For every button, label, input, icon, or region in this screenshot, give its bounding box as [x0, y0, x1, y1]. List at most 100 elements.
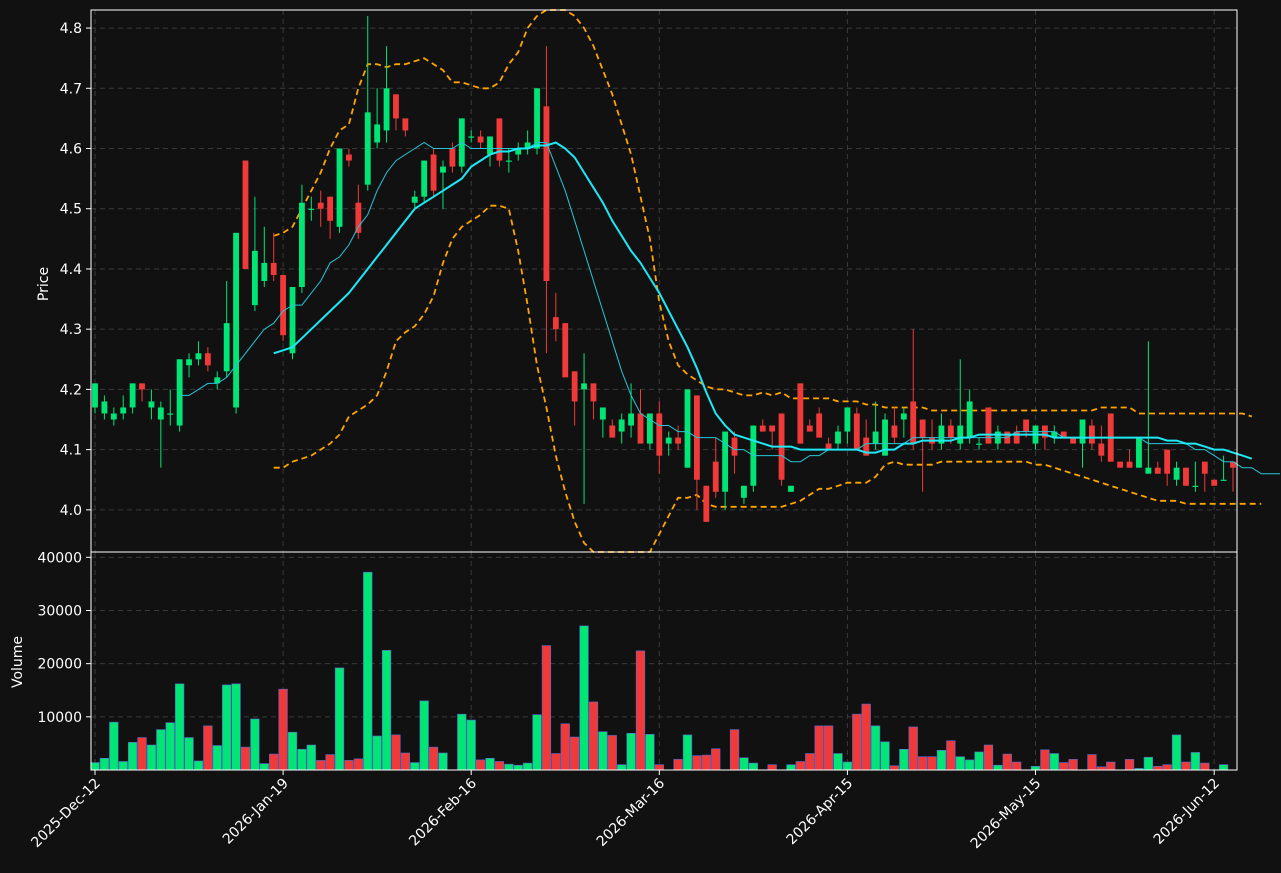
candle-body-79 — [835, 431, 841, 444]
volume-bar-32 — [391, 734, 401, 771]
volume-bar-84 — [880, 741, 890, 771]
volume-bar-90 — [936, 750, 947, 771]
candle-body-8 — [167, 413, 174, 415]
volume-bar-54 — [598, 731, 608, 771]
price-axis-title: Price — [36, 267, 52, 301]
volume-bar-93 — [965, 759, 975, 771]
candle-body-63 — [684, 389, 691, 468]
candle-body-72 — [769, 425, 776, 432]
volume-bar-23 — [306, 744, 316, 771]
volume-bar-1 — [99, 758, 110, 771]
volume-bar-19 — [269, 753, 279, 771]
volume-bar-26 — [334, 667, 345, 771]
volume-bar-25 — [325, 754, 335, 771]
volume-bar-3 — [118, 761, 128, 771]
candle-body-118 — [1201, 461, 1208, 474]
candle-body-33 — [402, 118, 409, 131]
volume-bar-87 — [908, 726, 918, 771]
candle-body-52 — [581, 383, 587, 390]
volume-bar-68 — [729, 729, 740, 771]
volume-bar-47 — [532, 714, 542, 771]
candle-body-38 — [449, 148, 456, 167]
volume-bar-117 — [1190, 752, 1201, 771]
volume-bar-35 — [419, 700, 429, 771]
price-ytick-label: 4.7 — [60, 81, 82, 97]
volume-bar-58 — [635, 650, 646, 771]
candle-body-94 — [976, 443, 982, 445]
candle-body-99 — [1023, 419, 1030, 432]
volume-bar-91 — [946, 740, 956, 771]
candle-body-60 — [656, 413, 663, 456]
volume-bar-45 — [513, 764, 523, 771]
volume-bar-75 — [795, 761, 805, 771]
volume-bar-92 — [955, 756, 965, 771]
candle-body-114 — [1164, 449, 1171, 474]
candle-body-56 — [618, 419, 625, 432]
candle-body-44 — [505, 160, 512, 162]
candle-body-40 — [468, 136, 475, 138]
volume-bar-97 — [1002, 753, 1012, 771]
volume-ytick-label: 10000 — [37, 710, 82, 726]
price-ytick-label: 4.8 — [60, 21, 82, 37]
candle-body-9 — [176, 359, 183, 426]
price-ytick-label: 4.3 — [60, 322, 82, 338]
volume-bar-95 — [983, 744, 994, 771]
volume-bar-66 — [711, 748, 721, 771]
candle-body-62 — [675, 437, 682, 444]
candle-body-68 — [731, 437, 738, 456]
volume-bar-80 — [842, 761, 853, 771]
volume-bar-64 — [692, 755, 702, 771]
volume-bar-85 — [889, 765, 900, 771]
candle-body-55 — [609, 425, 616, 438]
candle-body-4 — [129, 383, 136, 408]
volume-bar-28 — [353, 758, 363, 771]
candle-body-53 — [590, 383, 597, 402]
volume-bar-70 — [748, 762, 758, 771]
volume-bar-59 — [645, 734, 655, 771]
volume-bar-14 — [222, 684, 232, 771]
volume-bar-57 — [626, 733, 636, 771]
volume-bar-16 — [240, 746, 251, 771]
volume-bar-41 — [475, 759, 486, 771]
volume-bar-42 — [485, 758, 495, 771]
volume-bar-9 — [175, 683, 185, 771]
candle-body-22 — [298, 202, 305, 288]
candle-body-15 — [233, 232, 239, 408]
candle-body-91 — [947, 425, 954, 438]
volume-ytick-label: 40000 — [37, 550, 82, 566]
volume-bar-74 — [786, 764, 796, 771]
candle-body-58 — [637, 413, 644, 444]
volume-bar-27 — [344, 760, 354, 771]
candle-body-116 — [1183, 467, 1189, 486]
volume-bar-116 — [1181, 761, 1191, 771]
volume-bar-40 — [466, 719, 476, 771]
candle-body-31 — [383, 88, 390, 131]
volume-bar-7 — [156, 729, 166, 771]
volume-bar-98 — [1012, 761, 1022, 771]
price-ytick-label: 4.1 — [60, 443, 82, 459]
volume-bar-37 — [438, 752, 448, 771]
candle-body-43 — [496, 118, 503, 161]
candle-body-95 — [985, 407, 992, 444]
candle-body-109 — [1117, 461, 1124, 468]
candle-body-76 — [806, 425, 813, 432]
volume-bar-81 — [852, 713, 862, 771]
candle-body-11 — [195, 353, 202, 360]
candle-body-16 — [242, 160, 249, 269]
volume-bar-46 — [523, 762, 533, 771]
candle-body-7 — [157, 407, 164, 420]
candle-body-50 — [562, 323, 569, 378]
volume-bar-44 — [504, 763, 514, 771]
volume-bar-120 — [1218, 764, 1229, 771]
candle-body-107 — [1098, 443, 1105, 456]
candle-body-30 — [374, 124, 381, 143]
volume-bar-53 — [588, 701, 599, 771]
candle-body-29 — [364, 112, 371, 185]
candle-body-34 — [411, 196, 418, 203]
candle-body-27 — [346, 154, 352, 161]
candle-body-24 — [317, 202, 324, 209]
candle-body-81 — [853, 413, 860, 450]
volume-bar-114 — [1162, 764, 1172, 771]
candle-body-69 — [741, 485, 747, 498]
candle-body-110 — [1126, 461, 1133, 468]
